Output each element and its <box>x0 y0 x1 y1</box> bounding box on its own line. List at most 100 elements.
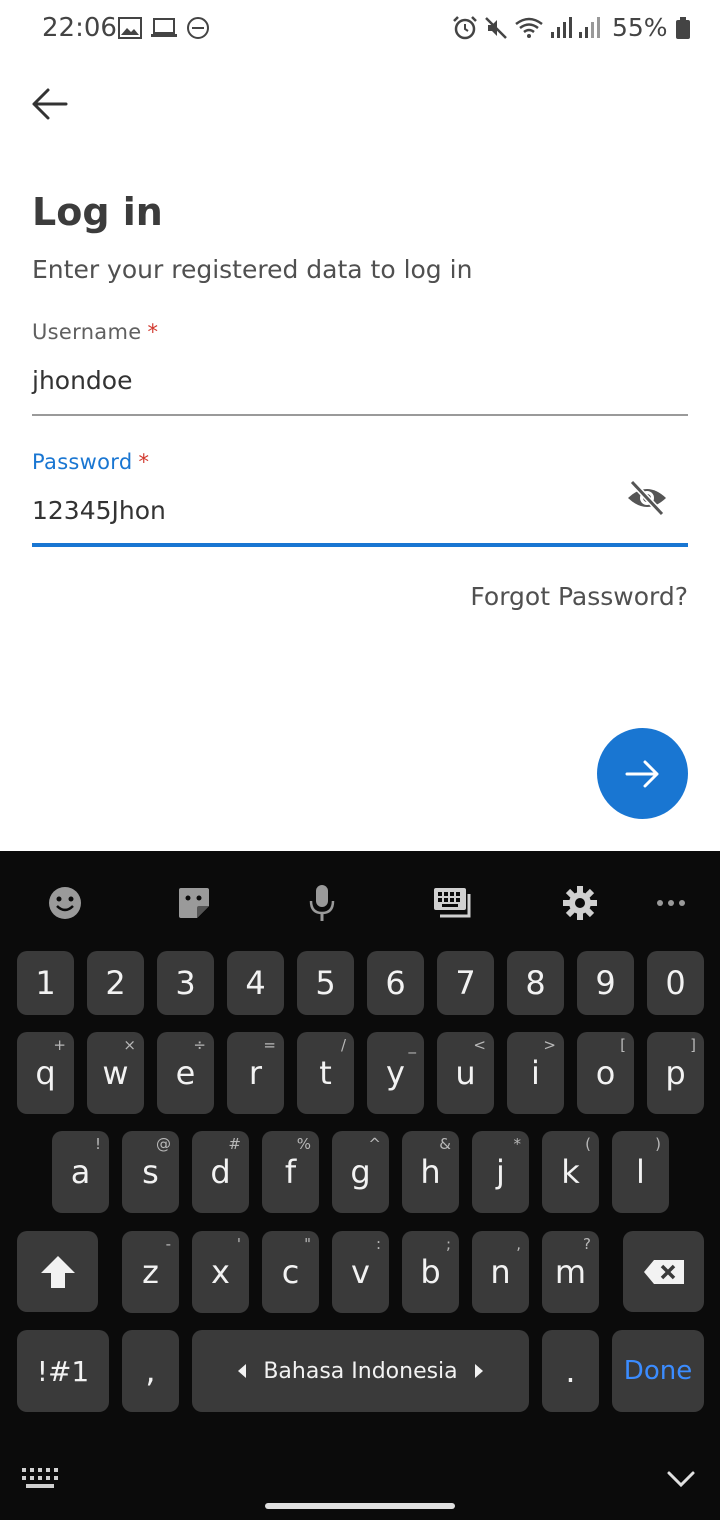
key-7[interactable]: 7 <box>437 951 494 1015</box>
key-b-hint: ; <box>445 1235 451 1253</box>
keyboard-mode-button[interactable] <box>428 879 476 927</box>
microphone-icon <box>309 885 335 921</box>
key-e[interactable]: e ÷ <box>157 1032 214 1114</box>
emoji-button[interactable] <box>41 879 89 927</box>
key-x[interactable]: x ' <box>192 1231 249 1313</box>
eye-off-icon <box>628 479 666 517</box>
battery-icon <box>675 17 690 39</box>
backspace-key[interactable] <box>623 1231 704 1312</box>
key-a[interactable]: a! <box>52 1131 109 1213</box>
more-options-button[interactable] <box>647 879 695 927</box>
signal-icon <box>551 17 572 38</box>
more-horizontal-icon <box>657 900 685 906</box>
key-g[interactable]: g ^ <box>332 1131 389 1213</box>
key-d[interactable]: d # <box>192 1131 249 1213</box>
key-1[interactable]: 1 <box>17 951 74 1015</box>
key-q[interactable]: q + <box>17 1032 74 1114</box>
key-n[interactable]: n, <box>472 1231 529 1313</box>
key-r[interactable]: r = <box>227 1032 284 1114</box>
key-8-label: 8 <box>525 964 546 1002</box>
hide-keyboard-button[interactable] <box>666 1469 696 1494</box>
keyboard-grid-icon <box>22 1468 58 1488</box>
submit-button[interactable] <box>597 728 688 819</box>
voice-input-button[interactable] <box>298 879 346 927</box>
key-m-label: m <box>554 1253 587 1291</box>
keyboard-switch-button[interactable] <box>22 1467 58 1494</box>
key-1-label: 1 <box>35 964 56 1002</box>
key-a-label: a <box>70 1153 91 1191</box>
key-w-label: w <box>102 1054 129 1092</box>
key-i-hint: > <box>543 1036 556 1054</box>
key-s[interactable]: s @ <box>122 1131 179 1213</box>
key-r-hint: = <box>263 1036 276 1054</box>
key-q-hint: + <box>53 1036 66 1054</box>
done-key[interactable]: Done <box>612 1330 704 1412</box>
sticker-button[interactable] <box>170 879 218 927</box>
key-3[interactable]: 3 <box>157 951 214 1015</box>
key-f-hint: % <box>296 1135 311 1153</box>
language-label: Bahasa Indonesia <box>263 1358 458 1384</box>
key-t[interactable]: t / <box>297 1032 354 1114</box>
status-right-icons <box>452 14 600 42</box>
key-i-label: i <box>531 1054 540 1092</box>
status-bar: 22:06 55% <box>0 0 720 56</box>
caret-left-icon <box>238 1364 247 1378</box>
key-i[interactable]: i > <box>507 1032 564 1114</box>
settings-button[interactable] <box>556 879 604 927</box>
key-l[interactable]: l) <box>612 1131 669 1213</box>
key-j[interactable]: j * <box>472 1131 529 1213</box>
shift-key[interactable] <box>17 1231 98 1312</box>
forgot-password-link[interactable]: Forgot Password? <box>440 582 688 611</box>
key-f[interactable]: f% <box>262 1131 319 1213</box>
username-underline <box>32 414 688 416</box>
period-key[interactable]: . <box>542 1330 599 1412</box>
key-l-hint: ) <box>655 1135 661 1153</box>
key-f-label: f <box>284 1153 297 1191</box>
key-z[interactable]: z- <box>122 1231 179 1313</box>
key-4[interactable]: 4 <box>227 951 284 1015</box>
key-u[interactable]: u < <box>437 1032 494 1114</box>
key-w[interactable]: w × <box>87 1032 144 1114</box>
key-p[interactable]: p] <box>647 1032 704 1114</box>
password-label-text: Password <box>32 450 133 474</box>
key-b[interactable]: b; <box>402 1231 459 1313</box>
key-6[interactable]: 6 <box>367 951 424 1015</box>
key-n-label: n <box>490 1253 511 1291</box>
key-k[interactable]: k( <box>542 1131 599 1213</box>
toggle-password-visibility[interactable] <box>626 478 668 518</box>
comma-key[interactable]: , <box>122 1330 179 1412</box>
laptop-icon <box>151 18 177 37</box>
key-x-label: x <box>211 1253 230 1291</box>
username-input[interactable]: jhondoe <box>32 366 132 395</box>
key-o[interactable]: o[ <box>577 1032 634 1114</box>
space-key[interactable]: Bahasa Indonesia <box>192 1330 529 1412</box>
back-button[interactable] <box>28 84 72 124</box>
mute-icon <box>485 17 507 39</box>
key-y[interactable]: y _ <box>367 1032 424 1114</box>
key-5[interactable]: 5 <box>297 951 354 1015</box>
key-h[interactable]: h & <box>402 1131 459 1213</box>
key-a-hint: ! <box>94 1135 101 1153</box>
caret-right-icon <box>474 1364 483 1378</box>
key-8[interactable]: 8 <box>507 951 564 1015</box>
key-9[interactable]: 9 <box>577 951 634 1015</box>
key-u-label: u <box>455 1054 476 1092</box>
key-n-hint: , <box>516 1235 521 1253</box>
key-w-hint: × <box>123 1036 136 1054</box>
key-s-label: s <box>142 1153 159 1191</box>
wifi-icon <box>515 17 543 38</box>
status-left-icons <box>118 14 210 42</box>
key-g-hint: ^ <box>368 1135 381 1153</box>
key-c[interactable]: c " <box>262 1231 319 1313</box>
key-v-label: v <box>351 1253 370 1291</box>
keyboard: 1234567890 q + w × e ÷ r = t / y _ u < i > o[p] a! s @ d # f%… <box>0 851 720 1520</box>
username-label: Username * <box>32 320 158 344</box>
symbols-key[interactable]: !#1 <box>17 1330 109 1412</box>
key-d-hint: # <box>228 1135 241 1153</box>
password-input[interactable]: 12345Jhon <box>32 496 166 525</box>
symbols-key-label: !#1 <box>36 1354 90 1388</box>
key-0[interactable]: 0 <box>647 951 704 1015</box>
key-v[interactable]: v: <box>332 1231 389 1313</box>
key-2[interactable]: 2 <box>87 951 144 1015</box>
key-m[interactable]: m? <box>542 1231 599 1313</box>
